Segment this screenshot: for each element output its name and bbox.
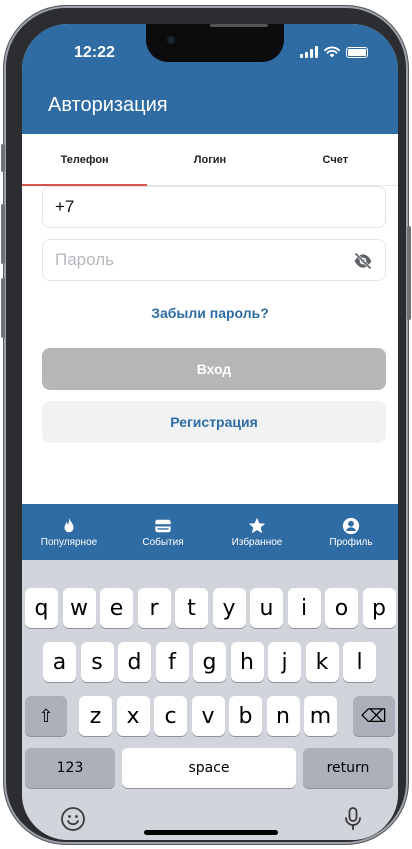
page-title: Авторизация (48, 94, 168, 116)
key-v[interactable]: v (191, 696, 225, 736)
nav-profile[interactable]: Профиль (311, 517, 391, 548)
key-l[interactable]: l (343, 642, 376, 682)
phone-field[interactable]: +7 (42, 186, 386, 228)
battery-icon (346, 47, 368, 58)
password-field[interactable]: Пароль (42, 239, 386, 281)
notch (146, 24, 284, 62)
key-q[interactable]: q (25, 588, 58, 628)
power-button (407, 226, 411, 320)
keyboard-row-1: qwertyuiop (22, 588, 398, 628)
phone-frame: 12:22 Авторизация Телефон Логин Счет +7 … (1, 6, 411, 844)
keyboard-row-4: 123 space return (22, 748, 398, 788)
key-k[interactable]: k (305, 642, 339, 682)
key-n[interactable]: n (266, 696, 300, 736)
key-m[interactable]: m (304, 696, 337, 736)
mute-switch (1, 144, 5, 172)
delete-key[interactable]: ⌫ (353, 696, 395, 736)
emoji-icon[interactable] (60, 806, 86, 832)
key-u[interactable]: u (250, 588, 283, 628)
screen: 12:22 Авторизация Телефон Логин Счет +7 … (22, 24, 398, 840)
tab-login[interactable]: Логин (147, 134, 272, 185)
return-key[interactable]: return (303, 748, 393, 788)
key-h[interactable]: h (230, 642, 264, 682)
key-w[interactable]: w (62, 588, 96, 628)
home-indicator (144, 830, 278, 835)
key-t[interactable]: t (175, 588, 208, 628)
key-p[interactable]: p (362, 588, 396, 628)
nav-events-label: События (142, 536, 184, 548)
signal-icon (300, 46, 318, 58)
key-z[interactable]: z (79, 696, 112, 736)
register-button[interactable]: Регистрация (42, 401, 386, 443)
key-j[interactable]: j (268, 642, 301, 682)
key-d[interactable]: d (118, 642, 151, 682)
speaker-grille (210, 24, 268, 27)
keyboard-row-2: asdfghjkl (22, 642, 398, 682)
phone-value: +7 (55, 197, 75, 216)
key-e[interactable]: e (100, 588, 133, 628)
bottom-navigation: Популярное События Избранное Профиль (22, 504, 398, 560)
tab-phone[interactable]: Телефон (22, 134, 148, 186)
key-x[interactable]: x (116, 696, 150, 736)
key-c[interactable]: c (154, 696, 187, 736)
numbers-key[interactable]: 123 (25, 748, 115, 788)
front-camera (167, 36, 175, 44)
auth-tabs: Телефон Логин Счет (22, 134, 398, 186)
nav-events[interactable]: События (123, 517, 203, 548)
microphone-icon[interactable] (340, 806, 366, 832)
tab-account[interactable]: Счет (273, 134, 398, 185)
star-icon (248, 517, 266, 533)
nav-profile-label: Профиль (329, 536, 373, 548)
forgot-password-link[interactable]: Забыли пароль? (22, 305, 398, 321)
eye-off-icon[interactable] (353, 252, 373, 270)
key-s[interactable]: s (80, 642, 114, 682)
space-key[interactable]: space (122, 748, 296, 788)
key-a[interactable]: a (43, 642, 76, 682)
nav-popular-label: Популярное (40, 536, 98, 548)
key-i[interactable]: i (287, 588, 321, 628)
app-header: 12:22 Авторизация (22, 24, 398, 134)
volume-down-button (1, 278, 5, 338)
key-f[interactable]: f (155, 642, 189, 682)
password-placeholder: Пароль (55, 250, 114, 269)
key-o[interactable]: o (325, 588, 358, 628)
card-icon (155, 519, 171, 532)
key-g[interactable]: g (193, 642, 226, 682)
shift-key[interactable]: ⇧ (25, 696, 67, 736)
wifi-icon (324, 46, 340, 58)
flame-icon (64, 517, 74, 532)
profile-icon (342, 517, 360, 534)
status-time: 12:22 (74, 44, 115, 61)
key-r[interactable]: r (137, 588, 171, 628)
login-button[interactable]: Вход (42, 348, 386, 390)
nav-favorites-label: Избранное (231, 536, 283, 548)
keyboard-row-3: ⇧ zxcvbnm ⌫ (22, 696, 398, 736)
nav-popular[interactable]: Популярное (29, 517, 109, 548)
key-y[interactable]: y (212, 588, 246, 628)
status-icons (300, 46, 368, 58)
on-screen-keyboard: qwertyuiop asdfghjkl ⇧ zxcvbnm ⌫ 123 spa… (22, 560, 398, 840)
volume-up-button (1, 204, 5, 264)
key-b[interactable]: b (229, 696, 262, 736)
nav-favorites[interactable]: Избранное (217, 517, 297, 548)
